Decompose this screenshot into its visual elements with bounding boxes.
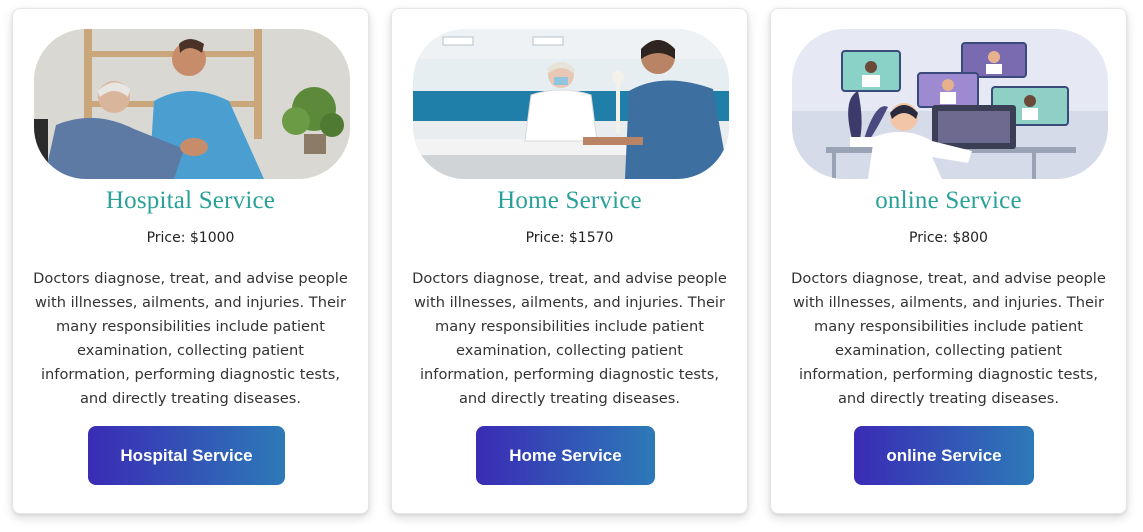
service-description: Doctors diagnose, treat, and advise peop… — [33, 270, 348, 407]
home-service-button[interactable]: Home Service — [476, 426, 655, 485]
service-card-online: online Service Price: $800 Doctors diagn… — [770, 8, 1127, 514]
service-price: Price: $800 — [909, 230, 988, 246]
home-service-photo — [413, 29, 729, 179]
service-card-home: Home Service Price: $1570 Doctors diagno… — [391, 8, 748, 514]
service-title: online Service — [875, 187, 1022, 214]
service-description: Doctors diagnose, treat, and advise peop… — [412, 270, 727, 407]
service-title: Hospital Service — [105, 187, 276, 214]
service-price: Price: $1000 — [146, 230, 235, 246]
service-description: Doctors diagnose, treat, and advise peop… — [791, 270, 1106, 407]
service-title: Home Service — [497, 187, 642, 214]
hospital-photo — [34, 29, 350, 179]
hospital-service-button[interactable]: Hospital Service — [88, 426, 285, 485]
service-card-hospital: Hospital Service Price: $1000 Doctors di… — [12, 8, 369, 514]
service-price: Price: $1570 — [525, 230, 614, 246]
online-service-button[interactable]: online Service — [854, 426, 1034, 485]
online-consultation-illustration — [792, 29, 1108, 179]
